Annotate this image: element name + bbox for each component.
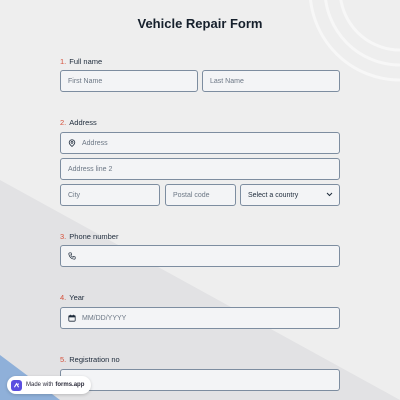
first-name-input[interactable]: First Name [60, 70, 198, 92]
phone-icon [68, 252, 76, 260]
question-number: 2. [60, 118, 67, 127]
vehicle-repair-form: Vehicle Repair Form 1. Full name First Na… [0, 0, 400, 400]
last-name-placeholder: Last Name [210, 77, 244, 85]
question-number: 3. [60, 232, 67, 241]
country-select-value: Select a country [248, 191, 299, 199]
address-line-2-input[interactable]: Address line 2 [60, 158, 340, 180]
question-year-label: 4. Year [60, 293, 84, 302]
date-placeholder: MM/DD/YYYY [82, 314, 127, 322]
address-placeholder: Address [82, 139, 108, 147]
year-date-input[interactable]: MM/DD/YYYY [60, 307, 340, 329]
address-input[interactable]: Address [60, 132, 340, 154]
question-text: Year [69, 293, 85, 302]
city-placeholder: City [68, 191, 81, 199]
phone-input[interactable] [60, 245, 340, 267]
question-text: Full name [69, 57, 103, 66]
postal-code-placeholder: Postal code [173, 191, 210, 199]
brand-name: forms.app [55, 382, 85, 388]
question-registration-label: 5. Registration no [60, 355, 120, 364]
location-pin-icon [68, 139, 76, 147]
postal-code-input[interactable]: Postal code [165, 184, 236, 206]
question-text: Registration no [69, 355, 120, 364]
country-select[interactable]: Select a country [240, 184, 340, 206]
question-text: Phone number [69, 232, 119, 241]
question-number: 4. [60, 293, 67, 302]
question-phone-label: 3. Phone number [60, 232, 118, 241]
forms-app-logo-icon [11, 379, 22, 391]
city-input[interactable]: City [60, 184, 160, 206]
calendar-icon [68, 314, 76, 322]
question-address-label: 2. Address [60, 118, 97, 127]
last-name-input[interactable]: Last Name [202, 70, 340, 92]
question-text: Address [69, 118, 97, 127]
registration-no-input[interactable] [60, 369, 340, 391]
form-title: Vehicle Repair Form [137, 16, 263, 31]
made-with-text: Made with [26, 382, 54, 388]
made-with-forms-app-badge[interactable]: Made with forms.app [7, 376, 92, 394]
question-number: 1. [60, 57, 67, 66]
address-line-2-placeholder: Address line 2 [68, 165, 113, 173]
question-full-name-label: 1. Full name [60, 57, 102, 66]
question-number: 5. [60, 355, 67, 364]
first-name-placeholder: First Name [68, 77, 103, 85]
chevron-down-icon [326, 192, 333, 199]
